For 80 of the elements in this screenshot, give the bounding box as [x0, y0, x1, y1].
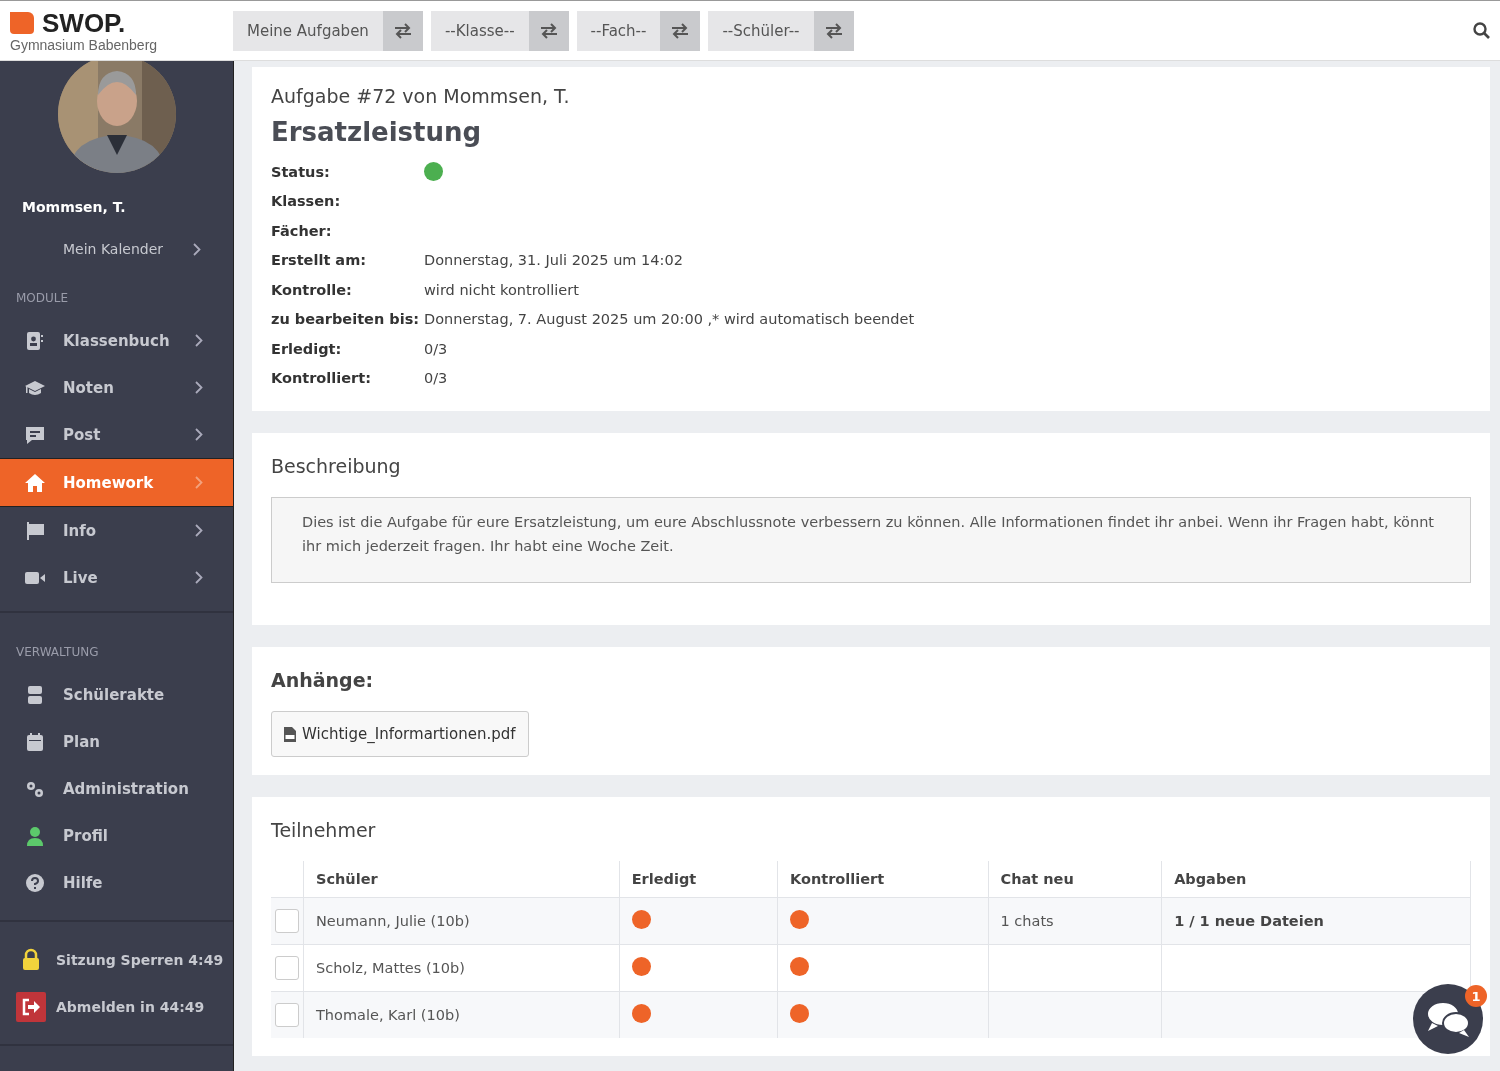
filter-dropdown[interactable]: --Schüler--: [708, 10, 814, 51]
swap-icon: [671, 22, 690, 39]
swap-button[interactable]: [813, 10, 854, 51]
field-value: 0/3: [424, 370, 448, 387]
calendar-link[interactable]: Mein Kalender: [0, 215, 233, 259]
chevron-icon: [195, 524, 203, 537]
help-icon: [24, 872, 46, 893]
filter-dropdown[interactable]: --Klasse--: [430, 10, 529, 51]
section-title: Beschreibung: [271, 455, 402, 477]
home-icon: [24, 472, 46, 493]
nav-item[interactable]: Schülerakte: [0, 671, 233, 718]
row-checkbox[interactable]: [275, 909, 299, 933]
chevron-icon: [195, 381, 203, 394]
table-cell: 1 / 1 neue Dateien: [1174, 913, 1324, 929]
logo-icon: [10, 11, 34, 34]
column-header: Chat neu: [988, 861, 1162, 898]
file-button[interactable]: Wichtige_Informartionen.pdf: [271, 711, 529, 757]
school-name: Gymnasium Babenberg: [10, 36, 159, 53]
user-name: Mommsen, T.: [21, 198, 127, 215]
description-text: Dies ist die Aufgabe für eure Ersatzleistung, um eure Abschlussnote verbessern zu können. Alle Informationen findet ihr anbei. Wenn ihr Fragen habt, könnt ihr mich jederzeit fragen. Ihr habt eine Woche Zeit.: [271, 497, 1471, 583]
file-icon: [284, 726, 296, 742]
brand-name: SWOP.: [42, 8, 126, 37]
task-heading: Aufgabe #72 von Mommsen, T.: [271, 85, 571, 107]
chevron-icon: [195, 428, 203, 441]
nav-item[interactable]: Plan: [0, 718, 233, 765]
filter-dropdown[interactable]: Meine Aufgaben: [233, 10, 383, 51]
column-header: Erledigt: [619, 861, 778, 898]
chevron-icon: [195, 334, 203, 347]
field-label: zu bearbeiten bis:: [271, 311, 421, 328]
chevron-icon: [195, 476, 203, 489]
swap-icon: [539, 22, 558, 39]
nav-item[interactable]: Klassenbuch: [0, 317, 233, 364]
swap-icon: [393, 22, 412, 39]
search-icon[interactable]: [1473, 22, 1490, 39]
field-value: Donnerstag, 7. August 2025 um 20:00 ,* wird automatisch beendet: [424, 311, 915, 328]
column-header: Schüler: [303, 861, 620, 898]
chevron-icon: [195, 571, 203, 584]
logout-icon: [16, 991, 46, 1022]
filter-dropdown[interactable]: --Fach--: [576, 10, 661, 51]
nav-item[interactable]: Hilfe: [0, 859, 233, 906]
section-title: Anhänge:: [271, 669, 375, 691]
nav-item[interactable]: Post: [0, 411, 233, 458]
swap-button[interactable]: [660, 10, 701, 51]
field-label: Klassen:: [271, 193, 342, 210]
session-link[interactable]: Sitzung Sperren 4:49: [0, 936, 233, 983]
nav-item[interactable]: Homework: [0, 458, 233, 507]
swap-button[interactable]: [528, 10, 569, 51]
column-header: Kontrolliert: [777, 861, 989, 898]
field-label: Erledigt:: [271, 340, 343, 357]
chat-icon: [24, 424, 46, 445]
user-icon: [24, 825, 46, 846]
task-title: Ersatzleistung: [271, 117, 483, 147]
swap-icon: [824, 22, 843, 39]
session-link[interactable]: Abmelden in 44:49: [0, 983, 233, 1030]
nav-item[interactable]: Live: [0, 554, 233, 601]
field-label: Kontrolliert:: [271, 370, 372, 387]
table-cell: Thomale, Karl (10b): [303, 991, 620, 1038]
field-value: 0/3: [424, 340, 448, 357]
nav-item[interactable]: Noten: [0, 364, 233, 411]
section-title: MODULE: [15, 290, 70, 307]
field-label: Fächer:: [271, 222, 333, 239]
field-value: Donnerstag, 31. Juli 2025 um 14:02: [424, 252, 683, 269]
section-title: VERWALTUNG: [15, 644, 100, 661]
book-icon: [24, 330, 46, 351]
nav-item[interactable]: Administration: [0, 765, 233, 812]
nav-item[interactable]: Info: [0, 507, 233, 554]
row-checkbox[interactable]: [275, 1003, 299, 1027]
table-cell: 1 chats: [1000, 913, 1054, 929]
calendar-icon: [24, 731, 46, 752]
table-cell: Neumann, Julie (10b): [303, 897, 620, 945]
field-label: Erstellt am:: [271, 252, 368, 269]
swap-button[interactable]: [382, 10, 423, 51]
field-label: Status:: [271, 163, 331, 180]
row-checkbox[interactable]: [275, 956, 299, 980]
field-label: Kontrolle:: [271, 281, 353, 298]
field-value: wird nicht kontrolliert: [424, 281, 579, 298]
column-header: Abgaben: [1161, 861, 1471, 898]
section-title: Teilnehmer: [271, 819, 377, 841]
chevron-icon: [193, 242, 201, 256]
nav-item[interactable]: Profil: [0, 812, 233, 859]
